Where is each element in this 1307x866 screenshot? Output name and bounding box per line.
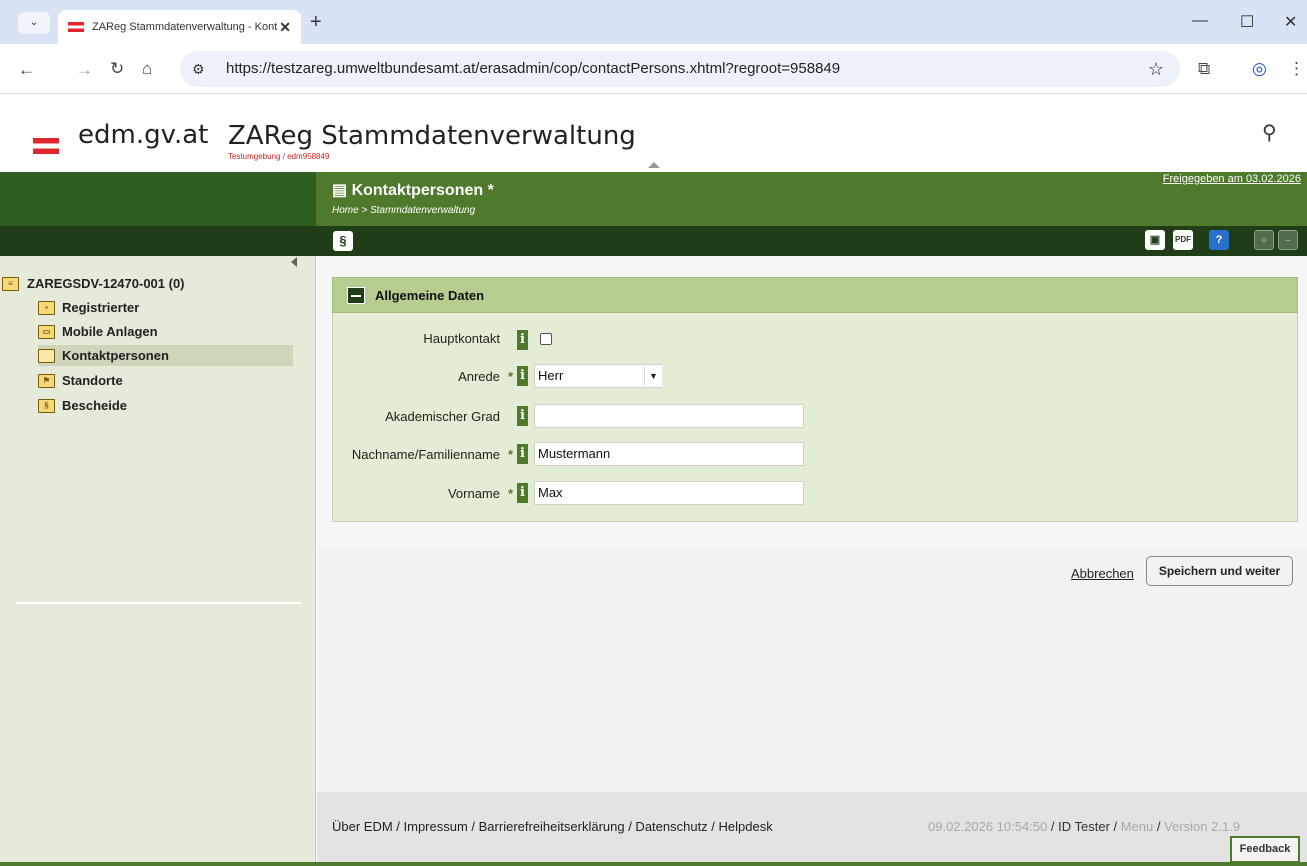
footer-status: 09.02.2026 10:54:50 / ID Tester / Menu /… xyxy=(928,819,1240,834)
site-logo-text[interactable]: edm.gv.at xyxy=(78,120,208,150)
new-tab-button[interactable]: + xyxy=(310,11,322,34)
collapse-sidebar-icon[interactable] xyxy=(291,257,297,267)
breadcrumb[interactable]: Home > Stammdatenverwaltung xyxy=(332,205,475,216)
app-title: ZAReg Stammdatenverwaltung xyxy=(228,121,636,151)
required-marker: * xyxy=(508,447,514,462)
forward-arrow-icon[interactable]: → xyxy=(76,60,93,80)
sidebar-item-registrierter[interactable]: ▪ Registrierter xyxy=(38,297,293,318)
info-icon[interactable]: i xyxy=(517,330,528,350)
sidebar-item-mobile-anlagen[interactable]: ▭ Mobile Anlagen xyxy=(38,321,293,342)
save-disk-icon[interactable]: ▣ xyxy=(1145,230,1165,250)
minimize-button[interactable]: — xyxy=(1192,12,1208,30)
sidebar-item-kontaktpersonen[interactable]: Kontaktpersonen xyxy=(38,345,293,366)
info-icon[interactable]: i xyxy=(517,406,528,426)
sidebar-item-label: Mobile Anlagen xyxy=(62,324,158,339)
required-marker: * xyxy=(508,486,514,501)
footer-menu[interactable]: Menu xyxy=(1121,819,1154,834)
sidebar-item-bescheide[interactable]: § Bescheide xyxy=(38,395,293,416)
toolbar xyxy=(0,226,1307,256)
anrede-select[interactable]: Herr xyxy=(534,364,662,388)
required-marker: * xyxy=(508,369,514,384)
anrede-selected-value: Herr xyxy=(538,368,564,383)
pdf-icon[interactable]: PDF xyxy=(1173,230,1193,250)
bookmark-star-icon[interactable]: ☆ xyxy=(1148,51,1164,87)
url-text: https://testzareg.umweltbundesamt.at/era… xyxy=(226,60,841,77)
bottom-border xyxy=(0,862,1307,866)
tree-root-label: ZAREGSDV-12470-001 (0) xyxy=(27,276,185,291)
sidebar-divider xyxy=(16,602,301,604)
collapse-all-icon[interactable]: − xyxy=(1278,230,1298,250)
close-window-button[interactable]: ✕ xyxy=(1284,12,1297,32)
legal-paragraph-icon[interactable]: § xyxy=(333,231,353,251)
anrede-label: Anrede xyxy=(458,369,500,384)
tab-close-icon[interactable]: ✕ xyxy=(279,19,291,36)
released-status-link[interactable]: Freigegeben am 03.02.2026 xyxy=(1163,173,1301,185)
site-settings-icon[interactable]: ⚙ xyxy=(192,51,205,87)
truck-folder-icon: ▭ xyxy=(38,324,55,339)
user-account-icon[interactable]: ⚲ xyxy=(1262,120,1277,145)
info-icon[interactable]: i xyxy=(517,483,528,503)
title-bar-left xyxy=(0,172,316,226)
footer-user: ID Tester xyxy=(1058,819,1110,834)
collapse-header-icon[interactable] xyxy=(648,162,660,168)
footer-separator: / xyxy=(1047,819,1059,834)
document-folder-icon: ≡ xyxy=(2,276,19,291)
panel-collapse-button[interactable] xyxy=(347,287,365,304)
chevron-down-icon[interactable]: ▼ xyxy=(644,365,662,387)
footer-separator: / xyxy=(1109,819,1121,834)
flag-folder-icon: ⚑ xyxy=(38,373,55,388)
back-arrow-icon[interactable]: ← xyxy=(18,60,35,80)
tab-title: ZAReg Stammdatenverwaltung - Kont xyxy=(92,21,278,33)
austria-flag-icon xyxy=(68,22,84,32)
vorname-input[interactable]: Max xyxy=(534,481,804,505)
hauptkontakt-label: Hauptkontakt xyxy=(423,331,500,346)
page-title-text: Kontaktpersonen * xyxy=(351,182,494,199)
contact-card-icon: ▤ xyxy=(332,182,352,199)
feedback-button[interactable]: Feedback xyxy=(1230,836,1300,863)
info-icon[interactable]: i xyxy=(517,366,528,386)
footer-version: Version 2.1.9 xyxy=(1164,819,1241,834)
cancel-link[interactable]: Abbrechen xyxy=(1071,566,1134,581)
akademischer-grad-input[interactable] xyxy=(534,404,804,428)
sidebar-item-label: Registrierter xyxy=(62,300,140,315)
environment-label: Testumgebung / edm958849 xyxy=(228,152,330,161)
footer-separator: / xyxy=(1153,819,1165,834)
hauptkontakt-checkbox[interactable] xyxy=(540,333,552,345)
page-title: ▤ Kontaktpersonen * xyxy=(332,180,494,200)
home-icon[interactable]: ⌂ xyxy=(142,59,152,79)
grad-label: Akademischer Grad xyxy=(385,409,500,424)
help-icon[interactable]: ? xyxy=(1209,230,1229,250)
vorname-label: Vorname xyxy=(447,486,500,501)
footer-links[interactable]: Über EDM / Impressum / Barrierefreiheits… xyxy=(332,819,773,834)
url-bar[interactable]: ⚙ https://testzareg.umweltbundesamt.at/e… xyxy=(180,51,1180,87)
reload-icon[interactable]: ↻ xyxy=(110,59,124,79)
info-icon[interactable]: i xyxy=(517,444,528,464)
footer-timestamp: 09.02.2026 10:54:50 xyxy=(928,819,1048,834)
sidebar-item-label: Kontaktpersonen xyxy=(62,348,169,363)
save-and-continue-button[interactable]: Speichern und weiter xyxy=(1146,556,1293,586)
browser-tab[interactable]: ZAReg Stammdatenverwaltung - Kont ✕ xyxy=(58,10,301,44)
extensions-icon[interactable]: ⧉ xyxy=(1198,59,1210,79)
sidebar-item-standorte[interactable]: ⚑ Standorte xyxy=(38,370,293,391)
profile-icon[interactable]: ◎ xyxy=(1252,59,1267,79)
person-folder-icon: ▪ xyxy=(38,300,55,315)
sidebar-item-label: Bescheide xyxy=(62,398,128,413)
austria-logo-icon xyxy=(33,138,59,154)
folder-open-icon xyxy=(38,348,55,363)
tree-root[interactable]: ≡ ZAREGSDV-12470-001 (0) xyxy=(2,276,185,291)
maximize-button[interactable]: ☐ xyxy=(1240,12,1254,32)
expand-all-icon[interactable]: + xyxy=(1254,230,1274,250)
nachname-label: Nachname/Familienname xyxy=(351,447,500,462)
sidebar-item-label: Standorte xyxy=(62,373,123,388)
nachname-input[interactable]: Mustermann xyxy=(534,442,804,466)
browser-menu-icon[interactable]: ⋮ xyxy=(1288,59,1305,79)
tab-list-dropdown-button[interactable]: ⌄ xyxy=(18,12,50,34)
document-folder-icon: § xyxy=(38,398,55,413)
panel-title: Allgemeine Daten xyxy=(375,288,485,303)
